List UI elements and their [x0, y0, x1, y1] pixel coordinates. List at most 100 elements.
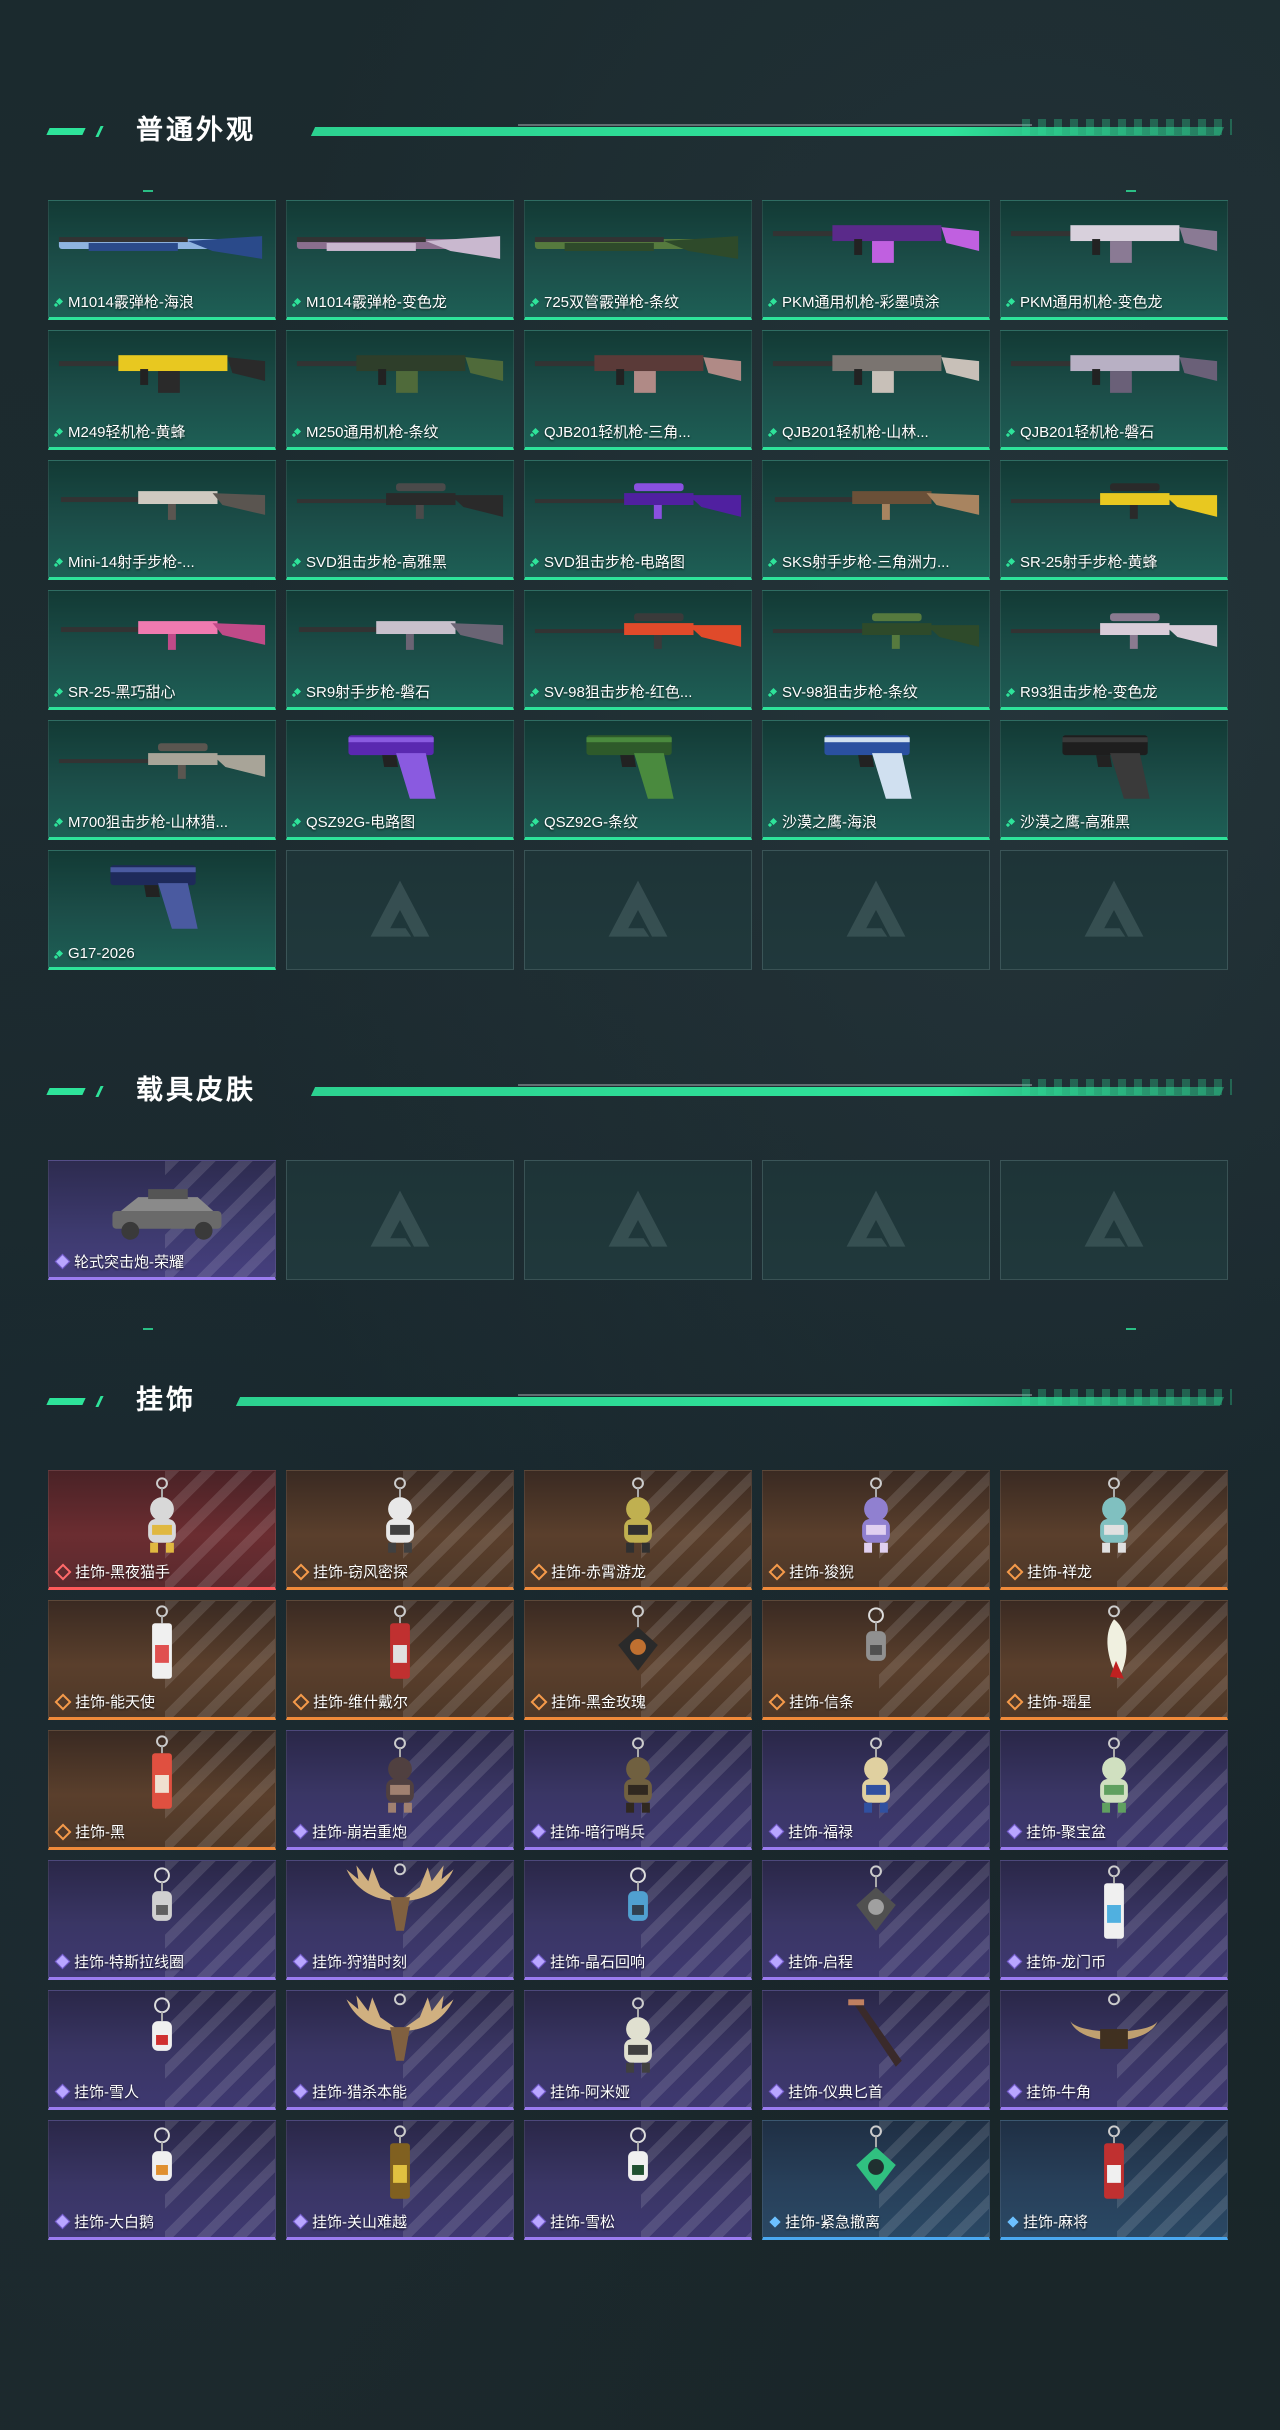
figure-image [148, 1477, 176, 1553]
item-name: 挂饰-阿米娅 [550, 2084, 630, 2101]
pistol-image [824, 735, 912, 799]
item-label: QJB201轻机枪-三角... [531, 421, 691, 442]
rarity-diamond-icon [768, 1953, 785, 1970]
weapon-skin-card[interactable]: PKM通用机枪-彩墨喷涂 [762, 200, 990, 320]
rarity-diamond-icon [55, 817, 64, 826]
charm-card[interactable]: 挂饰-仪典匕首 [762, 1990, 990, 2110]
rarity-diamond-icon [1007, 557, 1016, 566]
sniper-image [534, 483, 742, 519]
charm-card[interactable]: 挂饰-窃风密探 [286, 1470, 514, 1590]
header-accent-tick [95, 126, 104, 137]
weapon-skin-card[interactable]: SR9射手步枪-磐石 [286, 590, 514, 710]
charm-card[interactable]: 挂饰-崩岩重炮 [286, 1730, 514, 1850]
weapon-skin-card[interactable]: M249轻机枪-黄蜂 [48, 330, 276, 450]
charm-card[interactable]: 挂饰-龙门币 [1000, 1860, 1228, 1980]
charm-card[interactable]: 挂饰-聚宝盆 [1000, 1730, 1228, 1850]
sniper-image [772, 613, 980, 649]
weapon-skin-card[interactable]: Mini-14射手步枪-... [48, 460, 276, 580]
weapon-skin-card[interactable]: M700狙击步枪-山林猎... [48, 720, 276, 840]
item-label: PKM通用机枪-变色龙 [1007, 291, 1163, 312]
item-label: SR-25射手步枪-黄蜂 [1007, 551, 1158, 572]
item-label: SVD狙击步枪-电路图 [531, 551, 685, 572]
weapon-skin-card[interactable]: M250通用机枪-条纹 [286, 330, 514, 450]
dagger-image [848, 1999, 902, 2067]
rarity-diamond-icon [530, 1953, 547, 1970]
figure-image [624, 1477, 652, 1553]
placeholder-logo-icon [608, 1190, 668, 1247]
item-label: M250通用机枪-条纹 [293, 421, 439, 442]
weapon-skin-card[interactable]: PKM通用机枪-变色龙 [1000, 200, 1228, 320]
item-label: 挂饰-黑夜猫手 [54, 1561, 170, 1582]
charm-card[interactable]: 挂饰-大白鹅 [48, 2120, 276, 2240]
charm-card[interactable]: 挂饰-暗行哨兵 [524, 1730, 752, 1850]
charm-card[interactable]: 挂饰-能天使 [48, 1600, 276, 1720]
weapon-skin-card[interactable]: SV-98狙击步枪-红色... [524, 590, 752, 710]
weapon-skin-card[interactable]: SR-25射手步枪-黄蜂 [1000, 460, 1228, 580]
weapon-skin-card[interactable]: R93狙击步枪-变色龙 [1000, 590, 1228, 710]
weapon-skin-card[interactable]: QSZ92G-条纹 [524, 720, 752, 840]
shotgun-image [534, 236, 739, 259]
charm-card[interactable]: 挂饰-狩猎时刻 [286, 1860, 514, 1980]
item-label: 挂饰-龙门币 [1006, 1951, 1106, 1972]
charm-card[interactable]: 挂饰-猎杀本能 [286, 1990, 514, 2110]
weapon-skin-card[interactable]: G17-2026 [48, 850, 276, 970]
charm-card[interactable]: 挂饰-赤霄游龙 [524, 1470, 752, 1590]
charm-card[interactable]: 挂饰-黑金玫瑰 [524, 1600, 752, 1720]
charm-card[interactable]: 挂饰-信条 [762, 1600, 990, 1720]
charm-card[interactable]: 挂饰-关山难越 [286, 2120, 514, 2240]
tag-image [152, 1605, 172, 1679]
weapon-skin-card[interactable]: SV-98狙击步枪-条纹 [762, 590, 990, 710]
section-header: 挂饰 [46, 1380, 1232, 1420]
item-name: M249轻机枪-黄蜂 [68, 424, 186, 441]
sniper-image [1010, 483, 1218, 519]
weapon-skin-card[interactable]: QJB201轻机枪-三角... [524, 330, 752, 450]
charm-card[interactable]: 挂饰-麻将 [1000, 2120, 1228, 2240]
charm-card[interactable]: 挂饰-黑夜猫手 [48, 1470, 276, 1590]
tag-image [390, 1605, 410, 1679]
item-name: 挂饰-福禄 [788, 1824, 853, 1841]
weapon-skin-card[interactable]: SKS射手步枪-三角洲力... [762, 460, 990, 580]
weapon-skin-card[interactable]: SVD狙击步枪-高雅黑 [286, 460, 514, 580]
weapon-skin-card[interactable]: QJB201轻机枪-磐石 [1000, 330, 1228, 450]
item-name: 挂饰-黑金玫瑰 [551, 1694, 646, 1711]
item-label: 挂饰-启程 [768, 1951, 853, 1972]
weapon-skin-card[interactable]: QJB201轻机枪-山林... [762, 330, 990, 450]
rarity-diamond-icon [292, 1693, 310, 1710]
weapon-skin-card[interactable]: SR-25-黑巧甜心 [48, 590, 276, 710]
weapon-skin-card[interactable]: 沙漠之鹰-海浪 [762, 720, 990, 840]
charm-card[interactable]: 挂饰-瑶星 [1000, 1600, 1228, 1720]
weapon-skin-card[interactable]: M1014霰弹枪-变色龙 [286, 200, 514, 320]
item-label: 挂饰-祥龙 [1006, 1561, 1092, 1582]
vehicle-skin-card[interactable]: 轮式突击炮-荣耀 [48, 1160, 276, 1280]
charms-grid: 挂饰-黑夜猫手 挂饰-窃风密探 挂饰-赤霄游龙 挂饰-狻猊 挂饰-祥龙 挂饰-能天使 挂饰-… [48, 1470, 1228, 2240]
charm-card[interactable]: 挂饰-紧急撤离 [762, 2120, 990, 2240]
section-weapon-skins: 普通外观 M1014霰弹枪-海浪 M1014霰弹枪-变色龙 725双管霰弹枪-条纹 P… [46, 110, 1232, 970]
section-title: 普通外观 [136, 115, 256, 145]
figure-image [624, 1737, 652, 1813]
charm-card[interactable]: 挂饰-维什戴尔 [286, 1600, 514, 1720]
header-accent-bar [46, 1398, 86, 1405]
weapon-skin-card[interactable]: QSZ92G-电路图 [286, 720, 514, 840]
weapon-skin-card[interactable]: M1014霰弹枪-海浪 [48, 200, 276, 320]
item-label: 挂饰-聚宝盆 [1006, 1821, 1106, 1842]
charm-card[interactable]: 挂饰-特斯拉线圈 [48, 1860, 276, 1980]
weapon-skin-card[interactable]: 725双管霰弹枪-条纹 [524, 200, 752, 320]
charm-card[interactable]: 挂饰-雪松 [524, 2120, 752, 2240]
sniper-image [534, 613, 742, 649]
corner-marker [143, 190, 153, 192]
charm-card[interactable]: 挂饰-雪人 [48, 1990, 276, 2110]
placeholder-logo-icon [370, 880, 430, 937]
charm-card[interactable]: 挂饰-阿米娅 [524, 1990, 752, 2110]
weapon-skin-card[interactable]: 沙漠之鹰-高雅黑 [1000, 720, 1228, 840]
figure-image [862, 1737, 890, 1813]
charm-card[interactable]: 挂饰-祥龙 [1000, 1470, 1228, 1590]
weapon-skin-card[interactable]: SVD狙击步枪-电路图 [524, 460, 752, 580]
charm-card[interactable]: 挂饰-晶石回响 [524, 1860, 752, 1980]
charm-card[interactable]: 挂饰-福禄 [762, 1730, 990, 1850]
charm-card[interactable]: 挂饰-牛角 [1000, 1990, 1228, 2110]
item-name: SV-98狙击步枪-红色... [544, 684, 693, 701]
charm-card[interactable]: 挂饰-黑 [48, 1730, 276, 1850]
charm-card[interactable]: 挂饰-狻猊 [762, 1470, 990, 1590]
rarity-diamond-icon [54, 1953, 71, 1970]
charm-card[interactable]: 挂饰-启程 [762, 1860, 990, 1980]
